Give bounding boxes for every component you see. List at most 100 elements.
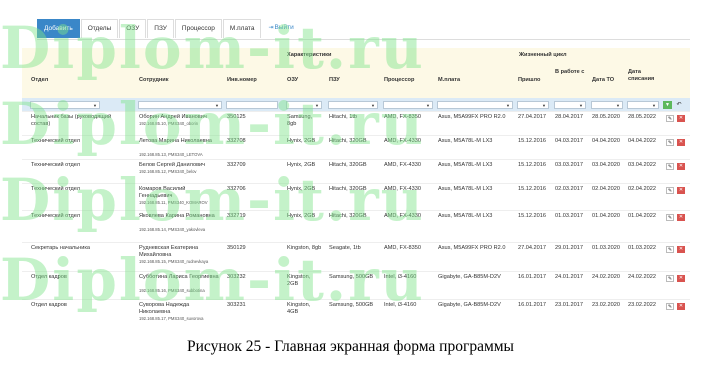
edit-icon: ✎ bbox=[667, 247, 673, 253]
cell-mb: Asus, M5A78L-M LX3 bbox=[438, 213, 493, 219]
edit-button[interactable]: ✎ bbox=[666, 163, 674, 170]
filter-arrived-select[interactable]: ▼ bbox=[517, 101, 549, 109]
cell-work: 01.03.2017 bbox=[555, 213, 583, 219]
cell-to: 24.02.2020 bbox=[592, 274, 620, 280]
col-decommission[interactable]: Дата списания bbox=[628, 69, 658, 83]
cell-work: 24.01.2017 bbox=[555, 274, 583, 280]
funnel-icon: ▼ bbox=[665, 102, 670, 108]
close-icon: ✕ bbox=[678, 115, 684, 121]
edit-button[interactable]: ✎ bbox=[666, 139, 674, 146]
delete-button[interactable]: ✕ bbox=[677, 139, 685, 146]
cell-dec: 01.04.2022 bbox=[628, 213, 656, 219]
cell-dec: 03.04.2022 bbox=[628, 162, 656, 168]
close-icon: ✕ bbox=[678, 246, 684, 252]
edit-icon: ✎ bbox=[667, 164, 673, 170]
cell-work: 29.01.2017 bbox=[555, 245, 583, 251]
edit-button[interactable]: ✎ bbox=[666, 275, 674, 282]
filter-motherboard-select[interactable]: ▼ bbox=[437, 101, 513, 109]
employee-network-info: 192.168.85.17, PMS340_suvorova bbox=[139, 316, 204, 321]
cell-dec: 23.02.2022 bbox=[628, 302, 656, 308]
cell-arr: 15.12.2016 bbox=[518, 162, 546, 168]
cell-to: 01.03.2020 bbox=[592, 245, 620, 251]
row-divider bbox=[22, 242, 690, 243]
chevron-down-icon: ▼ bbox=[542, 103, 546, 108]
cell-arr: 15.12.2016 bbox=[518, 186, 546, 192]
delete-button[interactable]: ✕ bbox=[677, 275, 685, 282]
edit-icon: ✎ bbox=[667, 116, 673, 122]
delete-button[interactable]: ✕ bbox=[677, 115, 685, 122]
col-in-work[interactable]: В работе с bbox=[555, 69, 585, 76]
watermark-text: Diplom-it.ru bbox=[0, 14, 425, 82]
edit-button[interactable]: ✎ bbox=[666, 115, 674, 122]
delete-button[interactable]: ✕ bbox=[677, 214, 685, 221]
chevron-down-icon: ▼ bbox=[426, 103, 430, 108]
edit-icon: ✎ bbox=[667, 304, 673, 310]
chevron-down-icon: ▼ bbox=[652, 103, 656, 108]
close-icon: ✕ bbox=[678, 303, 684, 309]
watermark-text: Diplom-it.ru bbox=[0, 166, 425, 234]
cell-arr: 16.01.2017 bbox=[518, 302, 546, 308]
delete-button[interactable]: ✕ bbox=[677, 303, 685, 310]
cell-dec: 04.04.2022 bbox=[628, 138, 656, 144]
cell-arr: 27.04.2017 bbox=[518, 114, 546, 120]
cell-work: 04.03.2017 bbox=[555, 138, 583, 144]
undo-icon: ↶ bbox=[676, 102, 682, 108]
figure-caption: Рисунок 25 - Главная экранная форма прог… bbox=[187, 338, 514, 355]
col-maintenance[interactable]: Дата ТО bbox=[592, 77, 614, 84]
edit-button[interactable]: ✎ bbox=[666, 187, 674, 194]
close-icon: ✕ bbox=[678, 139, 684, 145]
cell-to: 02.04.2020 bbox=[592, 186, 620, 192]
cell-mb: Gigabyte, GA-B85M-D2V bbox=[438, 302, 501, 308]
row-divider bbox=[22, 159, 690, 160]
cell-dec: 01.03.2022 bbox=[628, 245, 656, 251]
edit-icon: ✎ bbox=[667, 140, 673, 146]
filter-decommission-select[interactable]: ▼ bbox=[627, 101, 659, 109]
edit-button[interactable]: ✎ bbox=[666, 303, 674, 310]
cell-dec: 28.05.2022 bbox=[628, 114, 656, 120]
cell-work: 28.04.2017 bbox=[555, 114, 583, 120]
close-icon: ✕ bbox=[678, 163, 684, 169]
edit-icon: ✎ bbox=[667, 188, 673, 194]
cell-mb: Asus, M5A99FX PRO R2.0 bbox=[438, 245, 506, 251]
group-lifecycle: Жизненный цикл bbox=[519, 52, 567, 58]
cell-work: 23.01.2017 bbox=[555, 302, 583, 308]
filter-maintenance-select[interactable]: ▼ bbox=[591, 101, 623, 109]
col-motherboard[interactable]: М.плата bbox=[438, 77, 460, 84]
delete-button[interactable]: ✕ bbox=[677, 246, 685, 253]
chevron-down-icon: ▼ bbox=[506, 103, 510, 108]
reset-filter-button[interactable]: ↶ bbox=[675, 101, 683, 109]
watermark-text: Diplom-it.ru bbox=[0, 246, 425, 314]
cell-arr: 15.12.2016 bbox=[518, 138, 546, 144]
edit-icon: ✎ bbox=[667, 276, 673, 282]
watermark-text: Diplom-it.ru bbox=[0, 90, 425, 158]
cell-to: 23.02.2020 bbox=[592, 302, 620, 308]
cell-work: 02.03.2017 bbox=[555, 186, 583, 192]
cell-arr: 16.01.2017 bbox=[518, 274, 546, 280]
cell-mb: Gigabyte, GA-B85M-D2V bbox=[438, 274, 501, 280]
cell-mb: Asus, M5A78L-M LX3 bbox=[438, 186, 493, 192]
cell-mb: Asus, M5A78L-M LX3 bbox=[438, 138, 493, 144]
cell-arr: 15.12.2016 bbox=[518, 213, 546, 219]
edit-button[interactable]: ✎ bbox=[666, 246, 674, 253]
edit-button[interactable]: ✎ bbox=[666, 214, 674, 221]
filter-in-work-select[interactable]: ▼ bbox=[554, 101, 586, 109]
cell-work: 03.03.2017 bbox=[555, 162, 583, 168]
cell-to: 03.04.2020 bbox=[592, 162, 620, 168]
cell-dec: 24.02.2022 bbox=[628, 274, 656, 280]
cell-to: 04.04.2020 bbox=[592, 138, 620, 144]
col-arrived[interactable]: Пришло bbox=[518, 77, 540, 84]
cell-mb: Asus, M5A78L-M LX3 bbox=[438, 162, 493, 168]
close-icon: ✕ bbox=[678, 275, 684, 281]
edit-icon: ✎ bbox=[667, 215, 673, 221]
cell-to: 01.04.2020 bbox=[592, 213, 620, 219]
chevron-down-icon: ▼ bbox=[616, 103, 620, 108]
filter-button[interactable]: ▼ bbox=[663, 101, 672, 109]
cell-arr: 27.04.2017 bbox=[518, 245, 546, 251]
close-icon: ✕ bbox=[678, 214, 684, 220]
delete-button[interactable]: ✕ bbox=[677, 163, 685, 170]
cell-dec: 02.04.2022 bbox=[628, 186, 656, 192]
cell-mb: Asus, M5A99FX PRO R2.0 bbox=[438, 114, 506, 120]
cell-to: 28.05.2020 bbox=[592, 114, 620, 120]
chevron-down-icon: ▼ bbox=[579, 103, 583, 108]
delete-button[interactable]: ✕ bbox=[677, 187, 685, 194]
